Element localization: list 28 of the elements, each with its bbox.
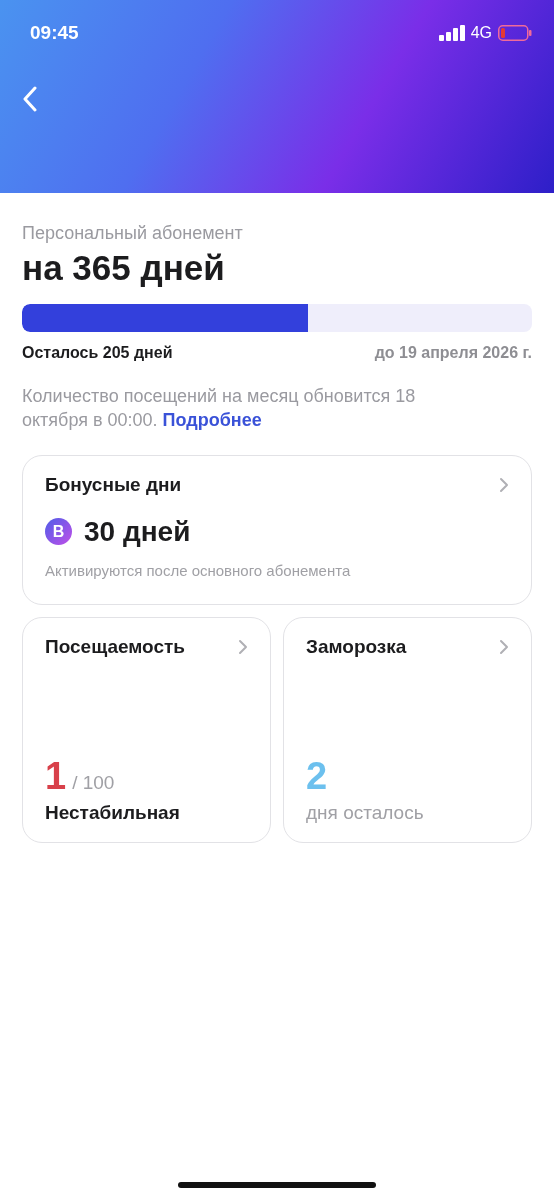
- stat-value: 1: [45, 754, 67, 798]
- status-time: 09:45: [30, 22, 79, 44]
- stat-value: 2: [306, 754, 328, 798]
- remaining-days: Осталось 205 дней: [22, 344, 173, 362]
- battery-icon: [498, 25, 532, 41]
- stat-card[interactable]: Заморозка 2 дня осталось: [283, 616, 532, 843]
- subscription-subtitle: Персональный абонемент: [22, 223, 244, 244]
- stat-card[interactable]: Посещаемость 1/ 100 Нестабильная: [22, 616, 271, 843]
- bonus-card[interactable]: Бонусные дни B 30 дней Активируются после основного абонемента: [22, 454, 532, 605]
- end-date: до 19 апреля 2026 г.: [374, 344, 532, 362]
- stat-caption: дня осталось: [306, 801, 425, 824]
- stat-total: / 100: [72, 771, 115, 794]
- bonus-value: 30 дней: [84, 515, 191, 548]
- card-title: Бонусные дни: [45, 473, 182, 496]
- chevron-icon: [499, 638, 509, 655]
- card-title: Заморозка: [306, 635, 407, 658]
- stat-caption: Нестабильная: [45, 801, 181, 824]
- network-label: 4G: [470, 24, 492, 42]
- signal-icon: [438, 25, 465, 41]
- bonus-badge: B: [45, 518, 72, 546]
- card-title: Посещаемость: [45, 635, 185, 658]
- back-icon[interactable]: [22, 86, 38, 112]
- notice-text: Количество посещений на месяц обновится 18 октября в 00:00. Подробнее: [22, 385, 417, 433]
- subscription-title: на 365 дней: [22, 248, 226, 288]
- details-link[interactable]: Подробнее: [162, 410, 262, 431]
- chevron-icon: [499, 476, 509, 493]
- bonus-note: Активируются после основного абонемента: [45, 561, 352, 579]
- chevron-icon: [238, 638, 248, 655]
